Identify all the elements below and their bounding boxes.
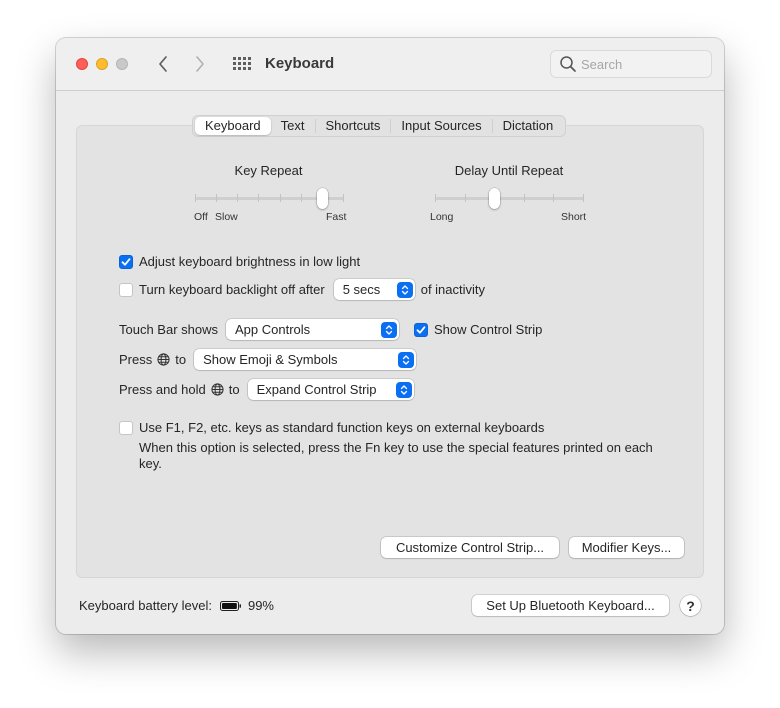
battery-status: Keyboard battery level: 99% <box>79 598 274 613</box>
show-control-strip-checkbox[interactable] <box>414 322 428 337</box>
touch-bar-row: Touch Bar shows App Controls Show Contro… <box>119 319 542 340</box>
key-repeat-thumb[interactable] <box>316 188 328 209</box>
show-control-strip-label: Show Control Strip <box>434 322 543 337</box>
press-globe-row: Press to Show Emoji & Symbols <box>119 349 417 370</box>
key-repeat-slow-label: Slow <box>215 211 238 223</box>
set-up-bluetooth-keyboard-button[interactable]: Set Up Bluetooth Keyboard... <box>472 595 669 616</box>
key-repeat-off-label: Off <box>194 211 208 223</box>
adjust-brightness-label: Adjust keyboard brightness in low light <box>139 254 361 269</box>
forward-button[interactable] <box>189 52 211 76</box>
function-keys-checkbox[interactable] <box>119 420 133 435</box>
delay-long-label: Long <box>430 211 454 223</box>
delay-until-repeat-slider-group: Delay Until Repeat Long Short <box>428 163 590 227</box>
touch-bar-popup[interactable]: App Controls <box>226 319 399 340</box>
checkmark-icon <box>121 257 131 266</box>
adjust-brightness-checkbox[interactable] <box>119 254 133 269</box>
adjust-brightness-option: Adjust keyboard brightness in low light <box>119 254 360 269</box>
modifier-keys-button[interactable]: Modifier Keys... <box>569 537 684 558</box>
globe-icon <box>211 383 224 396</box>
battery-label: Keyboard battery level: <box>79 598 212 613</box>
battery-value: 99% <box>247 598 274 613</box>
magnifying-glass-icon <box>560 56 576 72</box>
delay-until-repeat-tick <box>583 194 584 202</box>
key-repeat-fast-label: Fast <box>326 211 347 223</box>
backlight-off-label: Turn keyboard backlight off after <box>139 282 325 297</box>
press-hold-globe-value: Expand Control Strip <box>256 382 377 397</box>
key-repeat-slider-group: Key Repeat Off Slow Fast <box>190 163 347 227</box>
title-bar: Keyboard <box>56 38 724 91</box>
key-repeat-tick <box>216 194 218 202</box>
delay-short-label: Short <box>561 211 587 223</box>
tab-dictation[interactable]: Dictation <box>493 117 564 135</box>
close-window-icon[interactable] <box>76 58 88 70</box>
function-keys-label: Use F1, F2, etc. keys as standard functi… <box>139 420 545 435</box>
press-globe-to-label: to <box>175 352 187 367</box>
press-hold-globe-popup[interactable]: Expand Control Strip <box>247 379 414 400</box>
key-repeat-tick <box>300 194 302 202</box>
delay-until-repeat-slider[interactable] <box>435 197 584 200</box>
key-repeat-tick <box>195 194 196 202</box>
zoom-window-icon[interactable] <box>116 58 128 70</box>
keyboard-preferences-window: Keyboard Keyboard Text Shortcuts Input S… <box>56 38 724 634</box>
touch-bar-label: Touch Bar shows <box>119 322 218 337</box>
window-title: Keyboard <box>265 55 335 72</box>
tab-shortcuts[interactable]: Shortcuts <box>316 117 391 135</box>
search-input[interactable] <box>581 56 701 72</box>
backlight-off-option: Turn keyboard backlight off after 5 secs… <box>119 279 485 300</box>
delay-until-repeat-label: Delay Until Repeat <box>454 163 564 178</box>
press-globe-value: Show Emoji & Symbols <box>203 352 338 367</box>
delay-until-repeat-tick <box>435 194 436 202</box>
press-hold-globe-label: Press and hold <box>119 382 206 397</box>
popup-stepper-icon <box>395 381 412 398</box>
backlight-timeout-value: 5 secs <box>342 282 381 297</box>
minimize-window-icon[interactable] <box>96 58 108 70</box>
chevron-left-icon <box>159 56 167 72</box>
search-field[interactable] <box>550 50 712 78</box>
press-globe-popup[interactable]: Show Emoji & Symbols <box>194 349 417 370</box>
customize-control-strip-button[interactable]: Customize Control Strip... <box>381 537 559 558</box>
popup-stepper-icon <box>398 351 415 368</box>
press-globe-label: Press <box>119 352 153 367</box>
chevron-right-icon <box>196 56 204 72</box>
show-all-button[interactable] <box>230 54 252 74</box>
delay-until-repeat-tick <box>523 194 525 202</box>
key-repeat-tick <box>343 194 344 202</box>
backlight-off-suffix: of inactivity <box>420 282 486 297</box>
tab-bar: Keyboard Text Shortcuts Input Sources Di… <box>192 115 567 137</box>
function-keys-option: Use F1, F2, etc. keys as standard functi… <box>119 420 544 435</box>
help-button[interactable]: ? <box>680 595 701 616</box>
delay-until-repeat-tick <box>464 194 466 202</box>
key-repeat-tick <box>258 194 260 202</box>
tab-keyboard[interactable]: Keyboard <box>195 117 271 135</box>
checkmark-icon <box>416 325 426 334</box>
key-repeat-tick <box>237 194 239 202</box>
press-hold-globe-to-label: to <box>228 382 240 397</box>
tab-input-sources[interactable]: Input Sources <box>391 117 491 135</box>
backlight-timeout-popup[interactable]: 5 secs <box>333 279 415 300</box>
backlight-off-checkbox[interactable] <box>119 282 133 297</box>
tab-text[interactable]: Text <box>271 117 315 135</box>
delay-until-repeat-thumb[interactable] <box>489 188 501 209</box>
key-repeat-label: Key Repeat <box>234 163 303 178</box>
popup-stepper-icon <box>381 321 397 338</box>
show-all-grid-icon <box>233 57 251 70</box>
globe-icon <box>157 353 170 366</box>
press-hold-globe-row: Press and hold to Expand Control Strip <box>119 379 414 400</box>
key-repeat-tick <box>279 194 281 202</box>
touch-bar-value: App Controls <box>235 322 311 337</box>
function-keys-description: When this option is selected, press the … <box>139 440 653 471</box>
back-button[interactable] <box>152 52 174 76</box>
delay-until-repeat-tick <box>553 194 555 202</box>
battery-icon <box>219 600 241 611</box>
popup-stepper-icon <box>396 281 413 298</box>
